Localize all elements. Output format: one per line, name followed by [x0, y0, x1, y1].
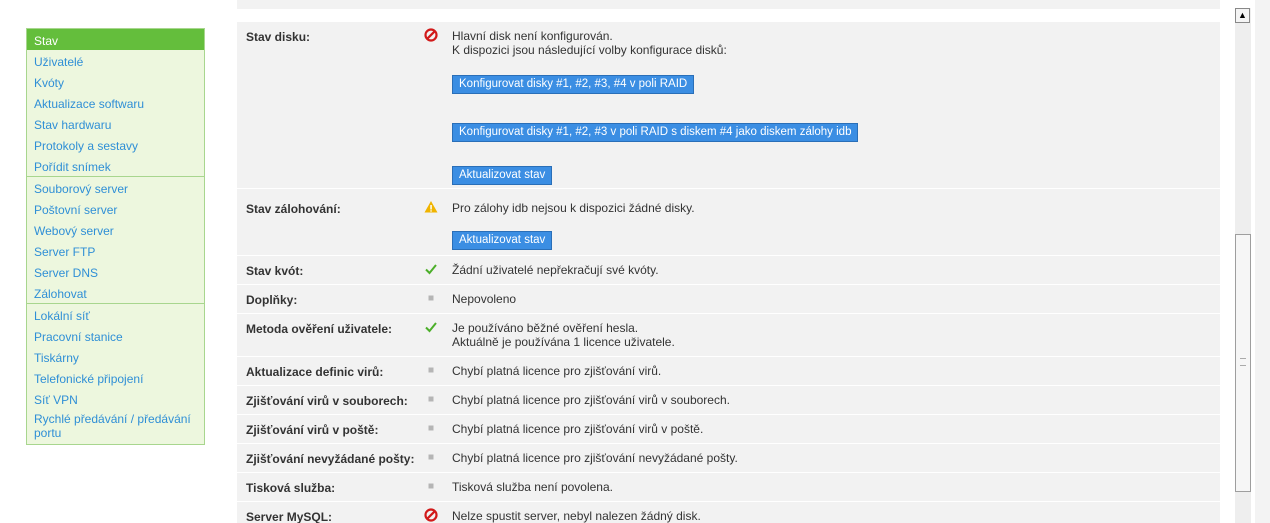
- sidebar-item-kvoty[interactable]: Kvóty: [27, 71, 204, 92]
- status-value: Chybí platná licence pro zjišťování nevy…: [452, 451, 738, 465]
- status-table: Stav disku: Hlavní disk není konfigurová…: [237, 0, 1220, 523]
- status-label: Metoda ověření uživatele:: [246, 322, 393, 336]
- status-row-virus-definitions: Aktualizace definic virů: Chybí platná l…: [237, 357, 1220, 386]
- error-icon: [423, 507, 439, 523]
- bullet-icon: [423, 391, 439, 407]
- status-label: Doplňky:: [246, 293, 298, 307]
- sidebar-item-stav-hardwaru[interactable]: Stav hardwaru: [27, 113, 204, 134]
- bullet-icon: [423, 290, 439, 306]
- sidebar-item-server-dns[interactable]: Server DNS: [27, 261, 204, 282]
- warning-icon: [423, 199, 439, 215]
- check-icon: [423, 261, 439, 277]
- status-label: Aktualizace definic virů:: [246, 365, 384, 379]
- status-value-line1: Je používáno běžné ověření hesla.: [452, 321, 639, 335]
- status-value-line2: Aktuálně je používána 1 licence uživatel…: [452, 335, 675, 349]
- status-label: Zjišťování nevyžádané pošty:: [246, 452, 415, 466]
- status-row-virus-files: Zjišťování virů v souborech: Chybí platn…: [237, 386, 1220, 415]
- status-value: Chybí platná licence pro zjišťování virů…: [452, 422, 704, 436]
- window-right-edge: [1255, 0, 1270, 523]
- scroll-up-arrow-icon[interactable]: ▲: [1235, 8, 1250, 23]
- sidebar-item-souborovy-server[interactable]: Souborový server: [27, 177, 204, 198]
- error-icon: [423, 27, 439, 43]
- status-value-line1: Pro zálohy idb nejsou k dispozici žádné …: [452, 201, 695, 215]
- sidebar-item-zalohovat[interactable]: Zálohovat: [27, 282, 204, 303]
- configure-raid-3-backup-button[interactable]: Konfigurovat disky #1, #2, #3 v poli RAI…: [452, 123, 859, 142]
- status-label: Server MySQL:: [246, 510, 333, 523]
- status-row-print: Tisková služba: Tisková služba není povo…: [237, 473, 1220, 502]
- status-value: Nelze spustit server, nebyl nalezen žádn…: [452, 509, 701, 523]
- nav-group-servers: Souborový server Poštovní server Webový …: [27, 177, 204, 304]
- sidebar-item-pracovni-stanice[interactable]: Pracovní stanice: [27, 325, 204, 346]
- vertical-scrollbar[interactable]: ▲: [1235, 8, 1251, 523]
- sidebar-item-predavani-portu[interactable]: Rychlé předávání / předávání portu: [27, 409, 204, 444]
- sidebar-item-porizeni-snimku[interactable]: Pořídit snímek: [27, 155, 204, 176]
- sidebar-item-webovy-server[interactable]: Webový server: [27, 219, 204, 240]
- sidebar-item-postovni-server[interactable]: Poštovní server: [27, 198, 204, 219]
- scrollbar-grip-icon: [1240, 358, 1246, 366]
- status-row-backup: Stav zálohování: Pro zálohy idb nejsou k…: [237, 189, 1220, 256]
- refresh-backup-status-button[interactable]: Aktualizovat stav: [452, 231, 553, 250]
- status-row-disk: Stav disku: Hlavní disk není konfigurová…: [237, 22, 1220, 189]
- status-value: Nepovoleno: [452, 292, 517, 306]
- refresh-status-button[interactable]: Aktualizovat stav: [452, 166, 553, 185]
- bullet-icon: [423, 449, 439, 465]
- sidebar-nav: Stav Uživatelé Kvóty Aktualizace softwar…: [26, 28, 205, 445]
- sidebar-item-sit-vpn[interactable]: Síť VPN: [27, 388, 204, 409]
- status-value: Tisková služba není povolena.: [452, 480, 613, 494]
- bullet-icon: [423, 362, 439, 378]
- status-label: Stav zálohování:: [246, 202, 341, 216]
- sidebar-item-tiskarny[interactable]: Tiskárny: [27, 346, 204, 367]
- status-row-mysql: Server MySQL: Nelze spustit server, neby…: [237, 502, 1220, 523]
- bullet-icon: [423, 420, 439, 436]
- status-label: Zjišťování virů v souborech:: [246, 394, 408, 408]
- check-icon: [423, 319, 439, 335]
- status-label: Tisková služba:: [246, 481, 336, 495]
- status-row-auth: Metoda ověření uživatele: Je používáno b…: [237, 314, 1220, 357]
- status-label: Stav kvót:: [246, 264, 304, 278]
- nav-group-network: Lokální síť Pracovní stanice Tiskárny Te…: [27, 304, 204, 444]
- sidebar-item-lokalni-sit[interactable]: Lokální síť: [27, 304, 204, 325]
- status-row-quota: Stav kvót: Žádní uživatelé nepřekračují …: [237, 256, 1220, 285]
- sidebar-item-uzivatele[interactable]: Uživatelé: [27, 50, 204, 71]
- bullet-icon: [423, 478, 439, 494]
- scrollbar-thumb[interactable]: [1235, 234, 1251, 492]
- sidebar-item-server-ftp[interactable]: Server FTP: [27, 240, 204, 261]
- status-row-virus-mail: Zjišťování virů v poště: Chybí platná li…: [237, 415, 1220, 444]
- status-row-addons: Doplňky: Nepovoleno: [237, 285, 1220, 314]
- status-value: Žádní uživatelé nepřekračují své kvóty.: [452, 263, 659, 277]
- status-value: Chybí platná licence pro zjišťování virů…: [452, 364, 662, 378]
- sidebar-item-stav[interactable]: Stav: [27, 29, 204, 50]
- status-value-line2: K dispozici jsou následující volby konfi…: [452, 43, 727, 57]
- nav-group-system: Stav Uživatelé Kvóty Aktualizace softwar…: [27, 29, 204, 177]
- sidebar-item-protokoly[interactable]: Protokoly a sestavy: [27, 134, 204, 155]
- status-label: Stav disku:: [246, 30, 311, 44]
- status-value: Chybí platná licence pro zjišťování virů…: [452, 393, 730, 407]
- sidebar-item-aktualizace-softwaru[interactable]: Aktualizace softwaru: [27, 92, 204, 113]
- sidebar-item-telefonicke-pripojeni[interactable]: Telefonické připojení: [27, 367, 204, 388]
- status-value-line1: Hlavní disk není konfigurován.: [452, 29, 613, 43]
- status-label: Zjišťování virů v poště:: [246, 423, 379, 437]
- status-row-spam: Zjišťování nevyžádané pošty: Chybí platn…: [237, 444, 1220, 473]
- configure-raid-4-button[interactable]: Konfigurovat disky #1, #2, #3, #4 v poli…: [452, 75, 695, 94]
